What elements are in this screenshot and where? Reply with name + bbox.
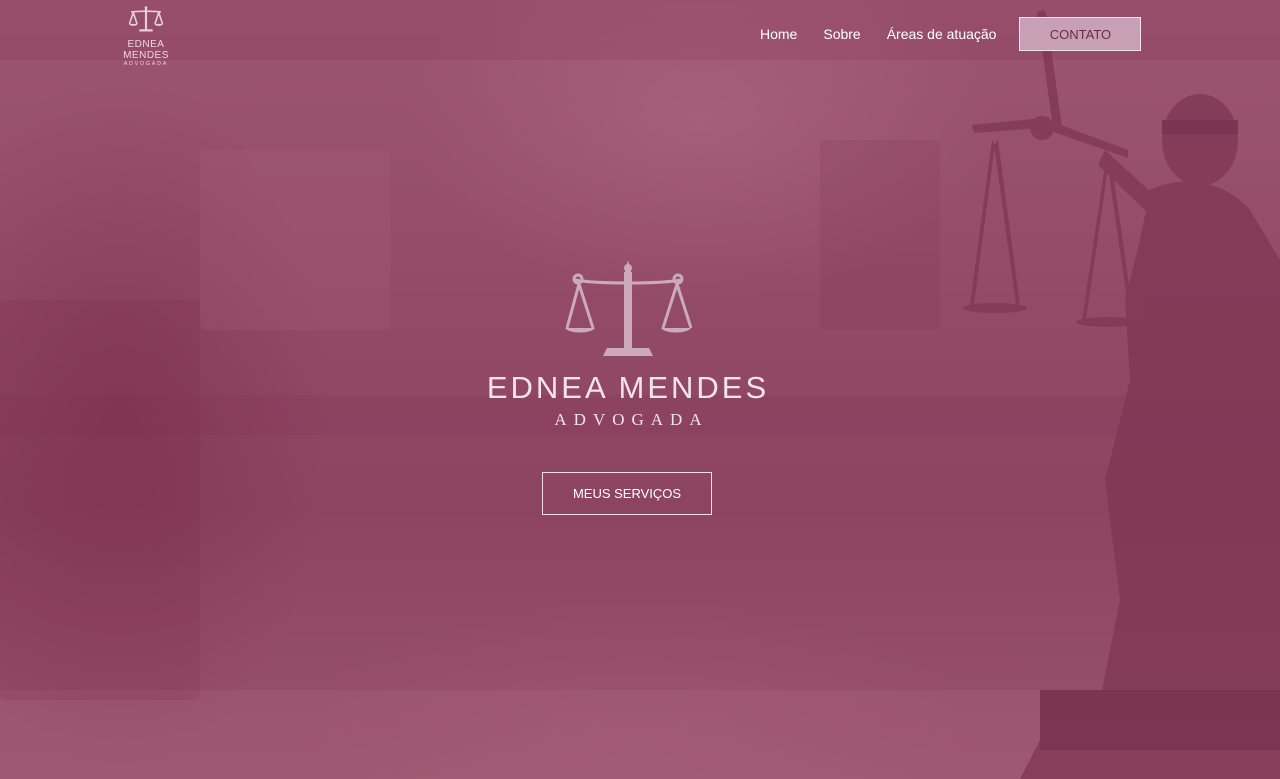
scales-of-justice-icon xyxy=(128,6,164,32)
brand-name: EDNEA MENDES xyxy=(486,370,770,405)
background-shape xyxy=(0,300,200,700)
background-shape xyxy=(200,150,390,330)
scales-of-justice-icon xyxy=(565,260,693,356)
services-button[interactable]: MEUS SERVIÇOS xyxy=(542,472,712,515)
header-logo[interactable]: EDNEA MENDES ADVOGADA xyxy=(104,6,188,68)
brand-subtitle: ADVOGADA xyxy=(554,410,709,429)
nav-link-home[interactable]: Home xyxy=(760,26,797,42)
nav-link-areas-de-atuacao[interactable]: Áreas de atuação xyxy=(887,26,997,42)
hero-logo: EDNEA MENDES ADVOGADA xyxy=(440,258,816,430)
contact-button[interactable]: CONTATO xyxy=(1019,17,1142,51)
hero-section: EDNEA MENDES ADVOGADA Home Sobre Áreas d… xyxy=(0,0,1280,779)
lady-justice-statue-image xyxy=(963,10,1280,779)
header-logo-name: EDNEA MENDES xyxy=(123,39,169,61)
background-shape xyxy=(820,140,940,330)
header-logo-subtitle: ADVOGADA xyxy=(123,61,169,67)
main-navigation: Home Sobre Áreas de atuação CONTATO xyxy=(760,17,1142,51)
nav-link-sobre[interactable]: Sobre xyxy=(823,26,860,42)
